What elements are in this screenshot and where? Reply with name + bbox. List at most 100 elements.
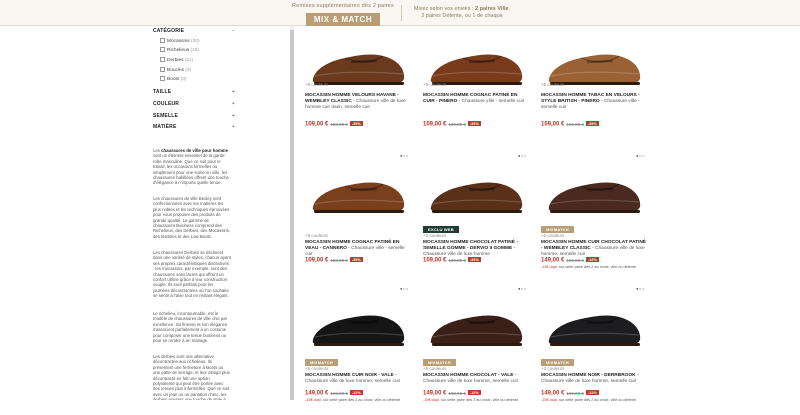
product-price: 149,00 €169,00 € -12% [423,390,481,397]
product-colors-count[interactable]: +5 couleurs [423,366,446,371]
filter-label: COULEUR [153,101,180,107]
banner-offer: Mixez selon vos envies : 2 paires Ville,… [413,6,511,19]
category-label: Richelieus [167,48,190,53]
product-title[interactable]: MOCASSIN HOMME CHOCOLAT PATINÉ - SEMELLE… [423,240,528,258]
seo-paragraph-3: Les chaussures Derbies se déclinent dans… [153,250,231,299]
mix-match-promo: -15€ dupl. sur cette paire dès 2 au choi… [423,398,528,403]
mix-match-pill[interactable]: MIX & MATCH [305,13,381,26]
filter-categorie-label: CATÉGORIE [153,28,185,34]
product-price: 149,00 €169,00 € -12% [541,257,599,264]
product-badge: MIXMATCH [423,359,456,366]
product-card-chocolat-wembley[interactable]: ●○○ MIXMATCH +2 couleurs MOCASSIN HOMME CUI… [541,153,646,282]
checkbox-icon[interactable] [160,57,165,62]
product-title[interactable]: MOCASSIN HOMME CHOCOLAT - VALE - Chaussu… [423,373,528,385]
product-colors-count[interactable]: +5 couleurs [305,366,328,371]
product-colors-count[interactable]: +5 couleurs [423,82,446,87]
carousel-dots-icon[interactable]: ●○○ [400,153,409,158]
product-colors-count[interactable]: +6 couleurs [305,82,328,87]
category-label: Boots [167,77,180,82]
promo-amount: -15€ dupl. [305,398,322,402]
product-title[interactable]: MOCASSIN HOMME CUIR CHOCOLAT PATINÉ - WE… [541,240,646,258]
product-price: 109,00 €169,00 € -35% [305,257,363,264]
product-title[interactable]: MOCASSIN HOMME COGNAC PATINÉ EN VEAU - C… [305,240,410,258]
category-label: Mocassins [167,39,190,44]
carousel-dots-icon[interactable]: ●○○ [400,286,409,291]
product-card-chocolat-dervio[interactable]: ●○○ EXCLU WEB +3 couleurs MOCASSIN HOMME CH… [423,153,528,282]
checkbox-icon[interactable] [160,38,165,43]
product-image[interactable] [305,287,410,365]
category-mocassins[interactable]: Mocassins (30) [160,38,200,44]
mix-match-promo: -15€ dupl. sur cette paire dès 2 au choi… [305,398,410,403]
discount-badge: -12% [585,257,599,262]
carousel-dots-icon[interactable]: ●○○ [636,286,645,291]
product-card-velours-havane[interactable]: +6 couleurs MOCASSIN HOMME VELOURS HAVANE… [305,26,410,154]
plus-icon: + [231,124,235,130]
category-richelieus[interactable]: Richelieus (18) [160,47,199,53]
price-current: 109,00 € [305,257,329,264]
product-image[interactable] [423,287,528,365]
carousel-dots-icon[interactable]: ●○○ [636,153,645,158]
carousel-dots-icon[interactable]: ●○○ [518,153,527,158]
filter-semelle[interactable]: SEMELLE + [153,113,235,119]
product-price: 109,00 €169,00 € -35% [423,121,481,128]
price-old: 169,00 € [448,390,466,396]
product-title[interactable]: MOCASSIN HOMME CUIR NOIR - VALE - Chauss… [305,373,410,385]
plus-icon: + [231,101,235,107]
seo-p1-link[interactable]: chaussures de ville pour homme [161,148,228,153]
product-colors-count[interactable]: +3 couleurs [541,366,564,371]
carousel-dots-icon[interactable]: ●○○ [518,286,527,291]
filter-matiere[interactable]: MATIÈRE + [153,124,235,130]
product-desc: Chaussure ville de luxe homme, semelle c… [423,379,519,384]
discount-badge: -12% [467,390,481,395]
filter-couleur[interactable]: COULEUR + [153,101,235,107]
seo-paragraph-2: Les chaussures de ville Bexley sont conf… [153,196,231,239]
product-card-noir-derrbrook[interactable]: ●○○ MIXMATCH +3 couleurs MOCASSIN HOMME NOI… [541,286,646,415]
filter-categorie[interactable]: CATÉGORIE − [153,28,235,34]
category-boots[interactable]: Boots (3) [160,76,187,82]
product-desc: Chaussure ville de luxe homme, semelle c… [305,379,401,384]
promo-detail: sur cette paire dès 2 au choix, ville ou… [558,398,637,402]
product-image[interactable] [423,154,528,232]
category-boucles[interactable]: Boucles (4) [160,67,191,73]
product-colors-count[interactable]: +6 couleurs [541,82,564,87]
product-image[interactable] [541,154,646,232]
product-image[interactable] [541,287,646,365]
product-card-cognac-pinero[interactable]: +5 couleurs MOCASSIN HOMME COGNAC PATINÉ … [423,26,528,154]
product-grid: +6 couleurs MOCASSIN HOMME VELOURS HAVANE… [305,26,655,402]
price-old: 169,00 € [330,390,348,396]
discount-badge: -35% [349,121,363,126]
category-derbies[interactable]: Derbies (11) [160,57,193,63]
product-title[interactable]: MOCASSIN HOMME VELOURS HAVANE - WEMBLEY … [305,93,410,111]
product-card-noir-vale[interactable]: ●○○ MIXMATCH +5 couleurs MOCASSIN HOMME CUI… [305,286,410,415]
product-colors-count[interactable]: +3 couleurs [423,233,446,238]
product-card-tabac-pinero[interactable]: +6 couleurs MOCASSIN HOMME TABAC EN VELOU… [541,26,646,154]
product-title[interactable]: MOCASSIN HOMME COGNAC PATINÉ EN CUIR - P… [423,93,528,105]
promo-detail: sur cette paire dès 2 au choix, ville ou… [440,398,519,402]
price-current: 109,00 € [423,121,447,128]
checkbox-icon[interactable] [160,47,165,52]
product-colors-count[interactable]: +5 couleurs [305,233,328,238]
product-card-chocolat-vale[interactable]: ●○○ MIXMATCH +5 couleurs MOCASSIN HOMME CHO… [423,286,528,415]
sidebar-scroll-thumb[interactable] [290,30,294,400]
price-old: 169,00 € [448,121,466,127]
checkbox-icon[interactable] [160,67,165,72]
product-image[interactable] [305,154,410,232]
seo-p1-pre: Les [153,148,162,153]
seo-paragraph-5: Les derbies sont une alternative décontr… [153,354,230,400]
promo-banner[interactable]: Remises supplémentaires dès 2 paires MIX… [0,0,800,26]
product-colors-count[interactable]: +2 couleurs [541,233,564,238]
discount-badge: -12% [585,390,599,395]
price-current: 109,00 € [305,121,329,128]
product-card-cognac-cannero[interactable]: ●○○ +5 couleurs MOCASSIN HOMME COGNAC PATI… [305,153,410,282]
filter-taille[interactable]: TAILLE + [153,89,235,95]
product-title[interactable]: MOCASSIN HOMME NOIR - DERRBROOK - Chauss… [541,373,646,385]
promo-amount: -15€ dupl. [423,398,440,402]
seo-paragraph-1: Les chaussures de ville pour homme sont … [153,148,231,186]
product-price: 109,00 €169,00 € -35% [541,121,599,128]
checkbox-icon[interactable] [160,76,165,81]
category-count: (11) [184,58,194,63]
product-name: MOCASSIN HOMME CHOCOLAT PATINÉ - SEMELLE… [423,240,518,251]
product-title[interactable]: MOCASSIN HOMME TABAC EN VELOURS - STYLE … [541,93,646,111]
price-current: 149,00 € [541,390,565,397]
price-old: 169,00 € [330,257,348,263]
